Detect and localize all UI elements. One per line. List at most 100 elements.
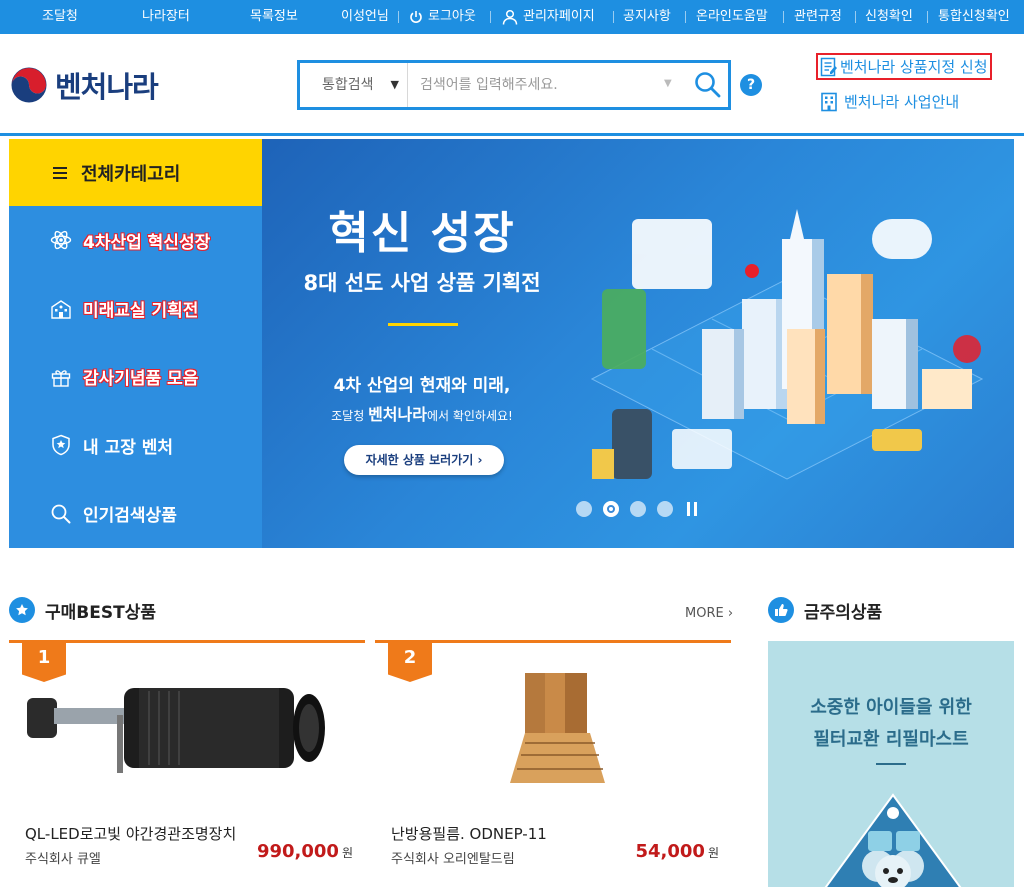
search-scope-value: 통합검색 <box>322 77 374 93</box>
category-item-label: 내 고장 벤처 <box>83 437 174 458</box>
banner-dot-2[interactable] <box>603 501 619 517</box>
category-item-label: 미래교실 기획전 <box>83 301 199 322</box>
category-item-label: 감사기념품 모음 <box>83 369 199 390</box>
thumbs-up-icon <box>768 597 794 623</box>
school-icon <box>49 297 73 321</box>
gift-icon <box>49 365 73 389</box>
category-item-popular-search[interactable]: 인기검색상품 <box>9 480 262 548</box>
more-link[interactable]: MORE › <box>685 606 733 621</box>
banner-pagination <box>576 499 700 519</box>
product-company: 주식회사 큐엘 <box>25 852 101 867</box>
shield-star-icon <box>49 433 73 457</box>
all-categories-button[interactable]: 전체카테고리 <box>9 139 262 206</box>
product-image-heating-film <box>510 673 605 783</box>
document-icon <box>820 57 837 76</box>
topbar-divider <box>783 11 784 23</box>
product-price-value: 990,000 <box>256 841 339 862</box>
search-bar: 통합검색 ▼ ▼ <box>297 60 731 110</box>
banner-line2-suffix: 에서 확인하세요! <box>426 409 513 423</box>
topbar-divider <box>927 11 928 23</box>
building-icon <box>821 92 837 111</box>
price-unit: 원 <box>341 846 353 860</box>
search-scope-select[interactable]: 통합검색 ▼ <box>300 63 408 107</box>
category-item-4th-industry[interactable]: 4차산업 혁신성장 <box>9 206 262 274</box>
search-button[interactable] <box>692 69 724 101</box>
topbar-divider <box>398 11 399 23</box>
product-price-value: 54,000 <box>635 841 705 862</box>
pause-icon[interactable] <box>684 501 700 517</box>
product-designation-apply-label: 벤처나라 상품지정 신청 <box>840 58 988 76</box>
chevron-down-icon: ▼ <box>390 78 399 91</box>
search-input[interactable] <box>420 72 660 98</box>
user-icon <box>502 9 518 25</box>
top-navigation-bar: 조달청 나라장터 목록정보 이성언님 로그아웃 관리자페이지 공지사항 온라인도… <box>0 0 1024 34</box>
star-icon <box>9 597 35 623</box>
topbar-link-pps[interactable]: 조달청 <box>42 0 78 34</box>
product-name[interactable]: 난방용필름. ODNEP-11 <box>391 823 547 844</box>
best-products-heading: 구매BEST상품 <box>9 597 156 623</box>
banner-dot-4[interactable] <box>657 501 673 517</box>
product-price: 54,000 원 <box>635 841 719 862</box>
category-item-future-classroom[interactable]: 미래교실 기획전 <box>9 274 262 342</box>
hamburger-menu-icon <box>53 166 67 179</box>
banner-subtitle: 8대 선도 사업 상품 기획전 <box>303 271 541 295</box>
business-info-label: 벤처나라 사업안내 <box>844 93 960 111</box>
atom-icon <box>49 228 73 252</box>
category-menu: 전체카테고리 4차산업 혁신성장 미래교실 기획전 감사기념품 모음 내 고장 … <box>9 139 262 548</box>
banner-dot-1[interactable] <box>576 501 592 517</box>
topbar-divider <box>613 11 614 23</box>
product-price: 990,000 원 <box>257 841 353 862</box>
featured-divider <box>876 763 906 765</box>
featured-heading: 금주의상품 <box>768 597 882 623</box>
featured-product-banner[interactable]: 소중한 아이들을 위한 필터교환 리필마스트 <box>768 641 1014 887</box>
all-categories-label: 전체카테고리 <box>81 163 181 185</box>
topbar-link-online-help[interactable]: 온라인도움말 <box>696 0 768 34</box>
product-card[interactable]: 2 난방용필름. ODNEP-11 주식회사 오리엔탈드림 54,000 원 <box>375 640 731 887</box>
main-banner[interactable]: 혁신 성장 8대 선도 사업 상품 기획전 4차 산업의 현재와 미래, 조달청… <box>262 139 1014 548</box>
category-item-label: 인기검색상품 <box>83 506 177 527</box>
category-item-local-venture[interactable]: 내 고장 벤처 <box>9 411 262 479</box>
topbar-admin-label: 관리자페이지 <box>523 9 595 24</box>
mask-package-image <box>824 793 962 887</box>
site-logo[interactable]: 벤처나라 <box>9 64 159 106</box>
topbar-link-integrated-check[interactable]: 통합신청확인 <box>938 0 1010 34</box>
topbar-logout-link[interactable]: 로그아웃 <box>409 0 476 34</box>
topbar-link-notice[interactable]: 공지사항 <box>623 0 671 34</box>
topbar-logout-label: 로그아웃 <box>428 9 476 24</box>
category-item-gift-collection[interactable]: 감사기념품 모음 <box>9 343 262 411</box>
product-designation-apply-link[interactable]: 벤처나라 상품지정 신청 <box>816 53 992 80</box>
product-name[interactable]: QL-LED로고빛 야간경관조명장치 <box>25 823 236 844</box>
topbar-user-name: 이성언님 <box>341 9 389 24</box>
banner-detail-button[interactable]: 자세한 상품 보러가기 › <box>344 445 504 475</box>
best-products-title: 구매BEST상품 <box>45 602 156 623</box>
banner-line2-prefix: 조달청 <box>331 409 369 423</box>
business-info-link[interactable]: 벤처나라 사업안내 <box>820 91 959 112</box>
topbar-link-apply-check[interactable]: 신청확인 <box>865 0 913 34</box>
topbar-link-regulations[interactable]: 관련규정 <box>794 0 842 34</box>
product-company: 주식회사 오리엔탈드림 <box>391 852 515 867</box>
featured-title: 금주의상품 <box>804 602 883 623</box>
site-header: 벤처나라 통합검색 ▼ ▼ ? 벤처나라 상품지정 신청 벤처 <box>0 34 1024 136</box>
banner-title: 혁신 성장 <box>328 208 516 259</box>
banner-dot-3[interactable] <box>630 501 646 517</box>
product-image-led-light <box>27 688 325 773</box>
topbar-divider <box>685 11 686 23</box>
topbar-link-catalog-info[interactable]: 목록정보 <box>250 0 298 34</box>
topbar-admin-link[interactable]: 관리자페이지 <box>502 0 595 34</box>
topbar-divider <box>855 11 856 23</box>
featured-text-line1: 소중한 아이들을 위한 <box>810 697 972 718</box>
logo-text: 벤처나라 <box>55 70 159 104</box>
autocomplete-toggle-icon[interactable]: ▼ <box>664 78 672 89</box>
featured-text-line2: 필터교환 리필마스트 <box>813 729 969 750</box>
topbar-link-narajangteo[interactable]: 나라장터 <box>142 0 190 34</box>
price-unit: 원 <box>707 846 719 860</box>
power-icon <box>410 10 422 23</box>
product-card[interactable]: 1 QL-LED로고빛 야간경관조명장치 주식회사 큐엘 990,000 원 <box>9 640 365 887</box>
topbar-divider <box>490 11 491 23</box>
help-button[interactable]: ? <box>740 74 762 96</box>
banner-text-line2: 조달청 벤처나라에서 확인하세요! <box>262 401 582 425</box>
smart-city-illustration <box>590 209 984 480</box>
search-icon <box>49 502 73 526</box>
taegeuk-logo-icon <box>11 67 47 103</box>
banner-divider <box>388 323 458 326</box>
